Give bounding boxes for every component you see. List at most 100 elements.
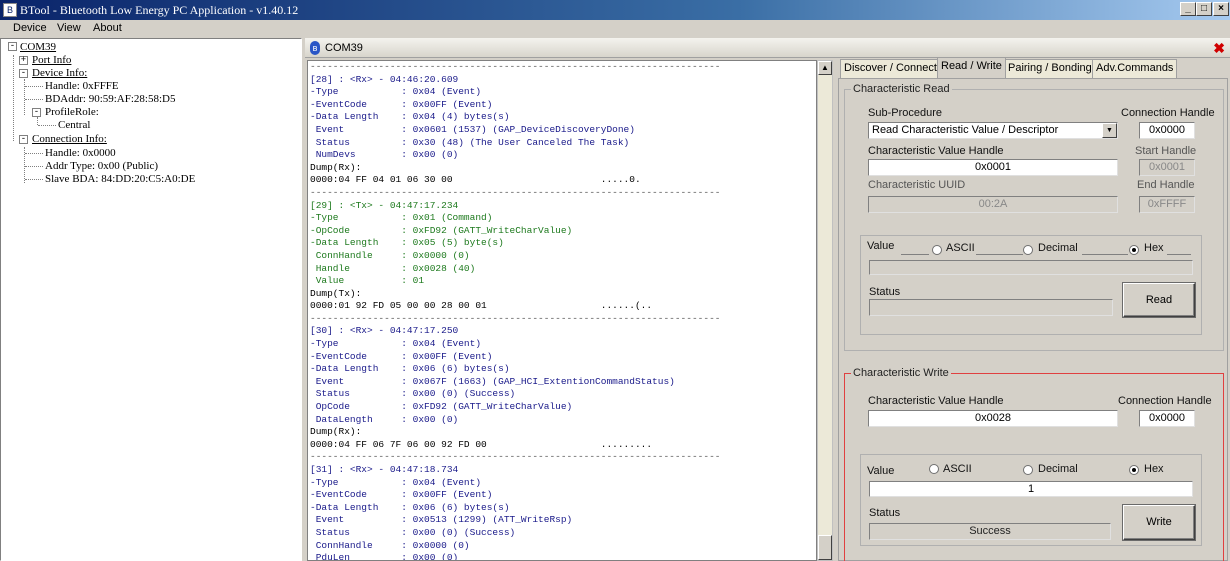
write-decimal-radio[interactable] [1023, 465, 1033, 475]
log-line: -OpCode : 0xFD92 (GATT_WriteCharValue) [310, 224, 573, 236]
collapse-icon[interactable]: - [19, 69, 28, 78]
maximize-button[interactable]: □ [1196, 2, 1212, 16]
end-handle-input: 0xFFFF [1139, 196, 1195, 213]
expand-icon[interactable]: + [19, 56, 28, 65]
tree-central[interactable]: Central [58, 119, 90, 131]
log-line: PduLen : 0x00 (0) [310, 552, 459, 561]
log-line: OpCode : 0xFD92 (GATT_WriteCharValue) [310, 401, 573, 413]
device-tree: - COM39 + Port Info - Device Info: Handl… [0, 38, 302, 561]
write-value-subgroup: Value ASCII Decimal Hex 1 Status Success… [860, 454, 1202, 546]
characteristic-write-title: Characteristic Write [851, 367, 951, 379]
sub-procedure-select[interactable]: Read Characteristic Value / Descriptor ▼ [868, 122, 1118, 139]
characteristic-read-group: Characteristic Read Sub-Procedure Read C… [844, 83, 1224, 351]
message-log[interactable]: ----------------------------------------… [307, 60, 817, 561]
tree-addr-type[interactable]: Addr Type: 0x00 (Public) [45, 160, 158, 172]
tree-line [25, 99, 43, 100]
log-line: Event : 0x0601 (1537) (GAP_DeviceDiscove… [310, 123, 635, 135]
read-button[interactable]: Read [1123, 283, 1195, 317]
tree-handle[interactable]: Handle: 0xFFFE [45, 80, 119, 92]
scroll-thumb[interactable] [818, 535, 832, 560]
log-line: Status : 0x00 (0) (Success) [310, 526, 516, 538]
log-line: -Type : 0x04 (Event) [310, 476, 482, 488]
write-value-handle-input[interactable]: 0x0028 [868, 410, 1118, 427]
tree-port-info[interactable]: Port Info [32, 54, 71, 66]
tree-connection-info[interactable]: Connection Info: [32, 133, 107, 145]
read-status-label: Status [869, 286, 901, 298]
read-write-tab-body: Characteristic Read Sub-Procedure Read C… [838, 78, 1228, 561]
write-decimal-label: Decimal [1038, 463, 1078, 475]
menu-device[interactable]: Device [13, 22, 47, 34]
log-line: -Data Length : 0x05 (5) byte(s) [310, 237, 504, 249]
menu-about[interactable]: About [93, 22, 122, 34]
tab-adv-commands[interactable]: Adv.Commands [1092, 59, 1178, 78]
bluetooth-icon: ʙ [310, 41, 320, 55]
collapse-icon[interactable]: - [32, 108, 41, 117]
write-ascii-radio[interactable] [929, 464, 939, 474]
tree-profile-role[interactable]: ProfileRole: [45, 106, 99, 118]
read-hex-label: Hex [1144, 242, 1164, 254]
log-scrollbar[interactable]: ▲ [817, 60, 833, 561]
log-line: ----------------------------------------… [310, 451, 721, 463]
uuid-label: Characteristic UUID [868, 179, 966, 191]
log-line: Status : 0x00 (0) (Success) [310, 388, 516, 400]
divider [1082, 254, 1128, 255]
read-value-label: Value [867, 240, 895, 252]
collapse-icon[interactable]: - [19, 135, 28, 144]
write-button[interactable]: Write [1123, 505, 1195, 540]
scroll-up-icon[interactable]: ▲ [818, 61, 832, 75]
write-value-label: Value [867, 465, 895, 477]
sub-procedure-label: Sub-Procedure [868, 107, 942, 119]
log-line: DataLength : 0x00 (0) [310, 413, 459, 425]
sub-procedure-value: Read Characteristic Value / Descriptor [872, 124, 1059, 136]
tree-slave-bda[interactable]: Slave BDA: 84:DD:20:C5:A0:DE [45, 173, 195, 185]
document-tab-label: COM39 [325, 42, 363, 54]
log-line: -EventCode : 0x00FF (Event) [310, 98, 493, 110]
log-line: NumDevs : 0x00 (0) [310, 149, 459, 161]
read-ascii-radio[interactable] [932, 245, 942, 255]
read-decimal-radio[interactable] [1023, 245, 1033, 255]
write-hex-radio[interactable] [1129, 465, 1139, 475]
log-line: [29] : <Tx> - 04:47:17.234 [310, 199, 459, 211]
divider [976, 254, 1023, 255]
tab-read-write[interactable]: Read / Write [937, 57, 1006, 78]
chevron-down-icon[interactable]: ▼ [1102, 123, 1117, 138]
log-line: ----------------------------------------… [310, 186, 721, 198]
tree-device-info[interactable]: Device Info: [32, 67, 87, 79]
divider [1167, 254, 1191, 255]
tree-conn-handle[interactable]: Handle: 0x0000 [45, 147, 116, 159]
tree-line [24, 79, 25, 115]
log-lines: ----------------------------------------… [310, 61, 721, 561]
write-conn-handle-label: Connection Handle [1118, 395, 1212, 407]
log-line: ----------------------------------------… [310, 312, 721, 324]
log-line: -Type : 0x01 (Command) [310, 212, 493, 224]
write-value-input[interactable]: 1 [869, 481, 1193, 497]
read-conn-handle-input[interactable]: 0x0000 [1139, 122, 1195, 139]
tab-discover-connect[interactable]: Discover / Connect [840, 59, 941, 78]
close-window-button[interactable]: × [1213, 2, 1229, 16]
read-decimal-label: Decimal [1038, 242, 1078, 254]
tree-bdaddr[interactable]: BDAddr: 90:59:AF:28:58:D5 [45, 93, 175, 105]
log-line: -EventCode : 0x00FF (Event) [310, 489, 493, 501]
characteristic-read-title: Characteristic Read [851, 83, 952, 95]
close-document-icon[interactable]: ✖ [1213, 40, 1225, 57]
document-tab[interactable]: ʙ COM39 ✖ [305, 38, 1230, 58]
menu-view[interactable]: View [57, 22, 81, 34]
write-status-label: Status [869, 507, 901, 519]
read-value-handle-input[interactable]: 0x0001 [868, 159, 1118, 176]
log-line: -Data Length : 0x06 (6) bytes(s) [310, 363, 510, 375]
document-window: ʙ COM39 ✖ ------------------------------… [305, 38, 1230, 561]
tree-root[interactable]: COM39 [20, 41, 56, 53]
write-ascii-label: ASCII [943, 463, 972, 475]
minimize-button[interactable]: _ [1180, 2, 1196, 16]
tab-pairing-bonding[interactable]: Pairing / Bonding [1004, 59, 1096, 78]
log-line: Event : 0x067F (1663) (GAP_HCI_Extention… [310, 375, 675, 387]
log-line: -Type : 0x04 (Event) [310, 338, 482, 350]
collapse-icon[interactable]: - [8, 42, 17, 51]
menu-bar: Device View About [0, 20, 1230, 37]
tree-line [25, 179, 43, 180]
write-conn-handle-input[interactable]: 0x0000 [1139, 410, 1195, 427]
tree-line [25, 153, 43, 154]
log-line: 0000:04 FF 04 01 06 30 00 .....0. [310, 174, 641, 186]
read-hex-radio[interactable] [1129, 245, 1139, 255]
tree-line [25, 86, 43, 87]
